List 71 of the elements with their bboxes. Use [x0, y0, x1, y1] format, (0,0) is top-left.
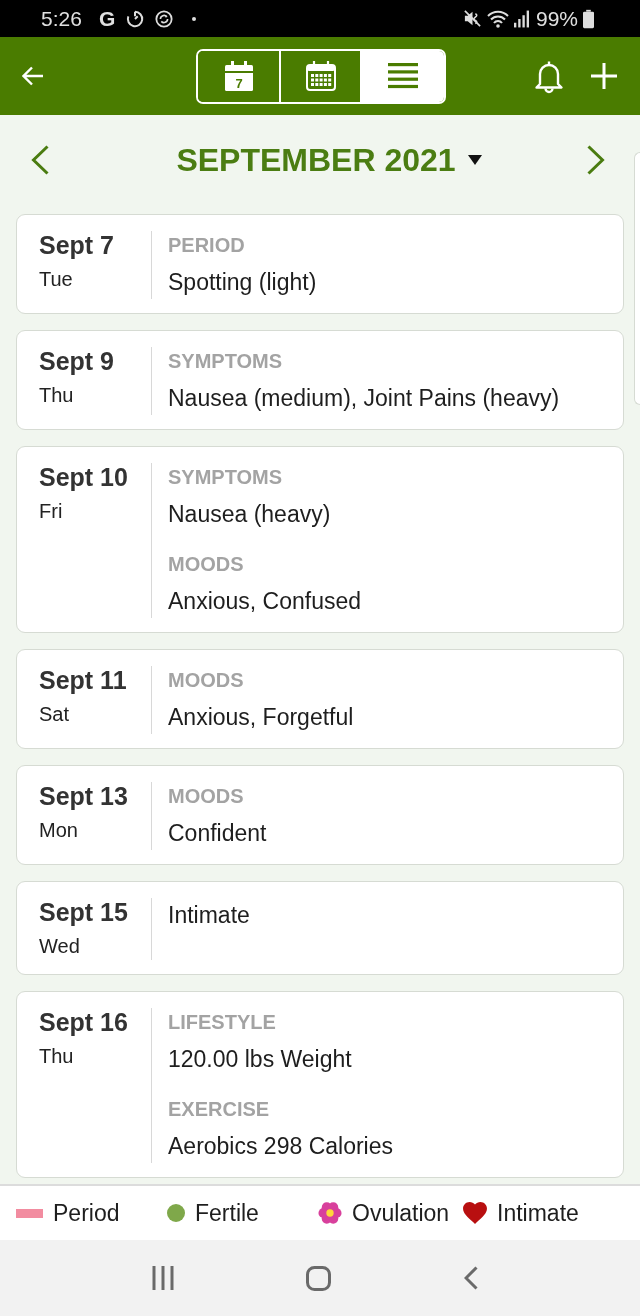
entry-value: Nausea (medium), Joint Pains (heavy) [168, 384, 560, 413]
entry-weekday: Wed [39, 934, 80, 959]
category-label: MOODS [168, 784, 244, 809]
category-label: LIFESTYLE [168, 1010, 276, 1035]
entry-weekday: Thu [39, 1044, 74, 1069]
signal-icon [513, 9, 529, 28]
status-time: 5:26 [41, 6, 82, 31]
category-label: SYMPTOMS [168, 349, 283, 374]
category-label: SYMPTOMS [168, 465, 283, 490]
entry-date: Sept 11 [39, 666, 127, 694]
month-title[interactable]: SEPTEMBER 2021 [176, 141, 482, 179]
legend-label: Period [53, 1199, 120, 1227]
system-back-button[interactable] [463, 1266, 478, 1290]
entry-value: Anxious, Confused [168, 587, 362, 616]
next-month-button[interactable] [587, 145, 605, 175]
entry-date: Sept 9 [39, 347, 115, 375]
entry-value: Nausea (heavy) [168, 500, 331, 529]
battery-icon [583, 8, 594, 29]
entry-card[interactable]: Sept 10 Fri SYMPTOMS Nausea (heavy) MOODS Anxious, Confused [16, 446, 624, 633]
timer-icon [126, 9, 145, 28]
battery-percent: 99% [535, 6, 578, 31]
entry-value: Intimate [168, 901, 250, 930]
wifi-icon [486, 9, 509, 28]
list-icon [388, 63, 418, 89]
entry-card[interactable]: Sept 7 Tue PERIOD Spotting (light) [16, 214, 624, 314]
entry-card[interactable]: Sept 15 Wed Intimate [16, 881, 624, 975]
entry-date: Sept 7 [39, 231, 115, 259]
entry-card[interactable]: Sept 9 Thu SYMPTOMS Nausea (medium), Joint Pains (heavy) [16, 330, 624, 430]
recents-icon [152, 1266, 175, 1290]
mute-icon [462, 9, 482, 28]
chevron-left-icon [31, 145, 49, 175]
back-button[interactable] [22, 66, 44, 86]
category-label: MOODS [168, 552, 244, 577]
notification-letter: G [98, 6, 116, 31]
category-label: MOODS [168, 668, 244, 693]
sync-icon [155, 9, 174, 28]
legend-label: Ovulation [352, 1199, 450, 1227]
entry-date: Sept 15 [39, 898, 128, 926]
entry-card[interactable]: Sept 13 Mon MOODS Confident [16, 765, 624, 865]
previous-month-button[interactable] [31, 145, 49, 175]
entry-weekday: Thu [39, 383, 74, 408]
entry-value: Anxious, Forgetful [168, 703, 354, 732]
category-label: PERIOD [168, 233, 245, 258]
add-button[interactable] [591, 63, 617, 89]
entry-card[interactable]: Sept 16 Thu LIFESTYLE 120.00 lbs Weight EXERCISE Aerobics 298 Calories [16, 991, 624, 1178]
entry-value: Spotting (light) [168, 268, 317, 297]
legend-label: Fertile [195, 1199, 259, 1227]
caret-down-icon [467, 155, 482, 165]
entry-card[interactable]: Sept 11 Sat MOODS Anxious, Forgetful [16, 649, 624, 749]
chevron-right-icon [587, 145, 605, 175]
home-button[interactable] [306, 1265, 332, 1291]
entry-date: Sept 13 [39, 782, 128, 810]
entry-weekday: Sat [39, 702, 70, 727]
recent-apps-button[interactable] [152, 1266, 175, 1290]
entry-weekday: Mon [39, 818, 78, 843]
home-icon [306, 1265, 332, 1291]
category-label: EXERCISE [168, 1097, 270, 1122]
entry-value: 120.00 lbs Weight [168, 1045, 352, 1074]
entry-date: Sept 10 [39, 463, 128, 491]
plus-icon [591, 63, 617, 89]
dot-icon [192, 16, 197, 21]
month-calendar-icon [305, 61, 336, 91]
chevron-left-icon [463, 1266, 478, 1290]
back-arrow-icon [22, 66, 44, 86]
legend-label: Intimate [497, 1199, 579, 1227]
entry-weekday: Tue [39, 267, 73, 292]
view-tab[interactable] [360, 50, 444, 102]
entry-value: Confident [168, 819, 267, 848]
entry-weekday: Fri [39, 499, 63, 524]
entry-value: Aerobics 298 Calories [168, 1132, 393, 1161]
entry-date: Sept 16 [39, 1008, 128, 1036]
